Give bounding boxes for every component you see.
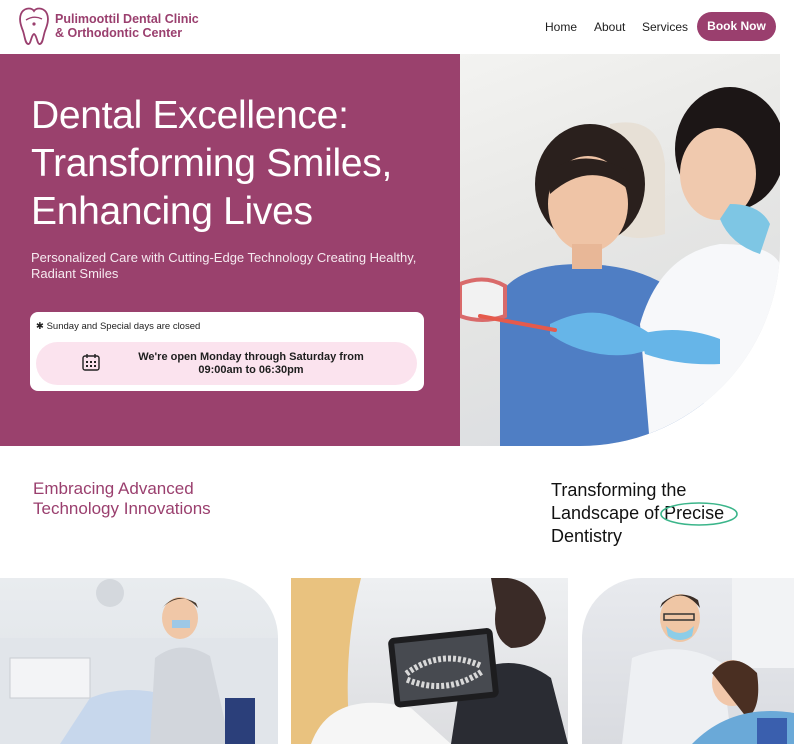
dental-exam-photo bbox=[582, 578, 794, 744]
hero-title-line2: Transforming Smiles, bbox=[31, 142, 392, 185]
tooth-logo-icon[interactable] bbox=[16, 6, 52, 46]
opening-hours-card: ✱ Sunday and Special days are closed We'… bbox=[30, 312, 424, 391]
landscape-heading: Transforming the Landscape of Precise De… bbox=[551, 479, 738, 548]
hours-pill: We're open Monday through Saturday from … bbox=[36, 342, 417, 385]
nav-about[interactable]: About bbox=[594, 20, 625, 34]
technology-heading: Embracing Advanced Technology Innovation… bbox=[33, 479, 211, 519]
dental-exam-illustration bbox=[622, 578, 794, 744]
dentist-treatment-photo bbox=[0, 578, 278, 744]
technology-heading-line2: Technology Innovations bbox=[33, 499, 211, 518]
nav-home[interactable]: Home bbox=[545, 20, 577, 34]
opening-hours-text: We're open Monday through Saturday from … bbox=[126, 351, 376, 377]
landscape-heading-line2: Landscape of Precise bbox=[551, 502, 738, 526]
site-header: Pulimoottil Dental Clinic & Orthodontic … bbox=[0, 0, 794, 54]
precise-highlight: Precise bbox=[660, 502, 738, 526]
opening-hours-line1: We're open Monday through Saturday from bbox=[138, 351, 364, 363]
clinic-name[interactable]: Pulimoottil Dental Clinic & Orthodontic … bbox=[55, 12, 199, 40]
hero-title-line3: Enhancing Lives bbox=[31, 190, 313, 233]
closed-days-note: ✱ Sunday and Special days are closed bbox=[36, 321, 201, 332]
dentist-treatment-illustration bbox=[0, 579, 278, 744]
xray-review-photo bbox=[291, 578, 568, 744]
opening-hours-line2: 09:00am to 06:30pm bbox=[198, 364, 304, 376]
hero-photo-illustration bbox=[460, 87, 780, 446]
calendar-icon bbox=[82, 354, 100, 371]
dentist-with-patient-photo bbox=[460, 54, 780, 446]
nav-services[interactable]: Services bbox=[642, 20, 688, 34]
hero-title: Dental Excellence: Transforming Smiles, … bbox=[31, 92, 451, 236]
hero-subtitle: Personalized Care with Cutting-Edge Tech… bbox=[31, 250, 417, 281]
xray-review-illustration bbox=[291, 578, 568, 744]
technology-heading-line1: Embracing Advanced bbox=[33, 479, 194, 498]
landscape-heading-line3: Dentistry bbox=[551, 526, 623, 546]
highlight-ring-icon bbox=[660, 502, 738, 526]
clinic-name-line1: Pulimoottil Dental Clinic bbox=[55, 12, 199, 26]
book-now-button[interactable]: Book Now bbox=[697, 12, 776, 41]
landscape-heading-prefix: Landscape of bbox=[551, 503, 665, 523]
hero-title-line1: Dental Excellence: bbox=[31, 94, 349, 137]
clinic-name-line2: & Orthodontic Center bbox=[55, 26, 183, 40]
